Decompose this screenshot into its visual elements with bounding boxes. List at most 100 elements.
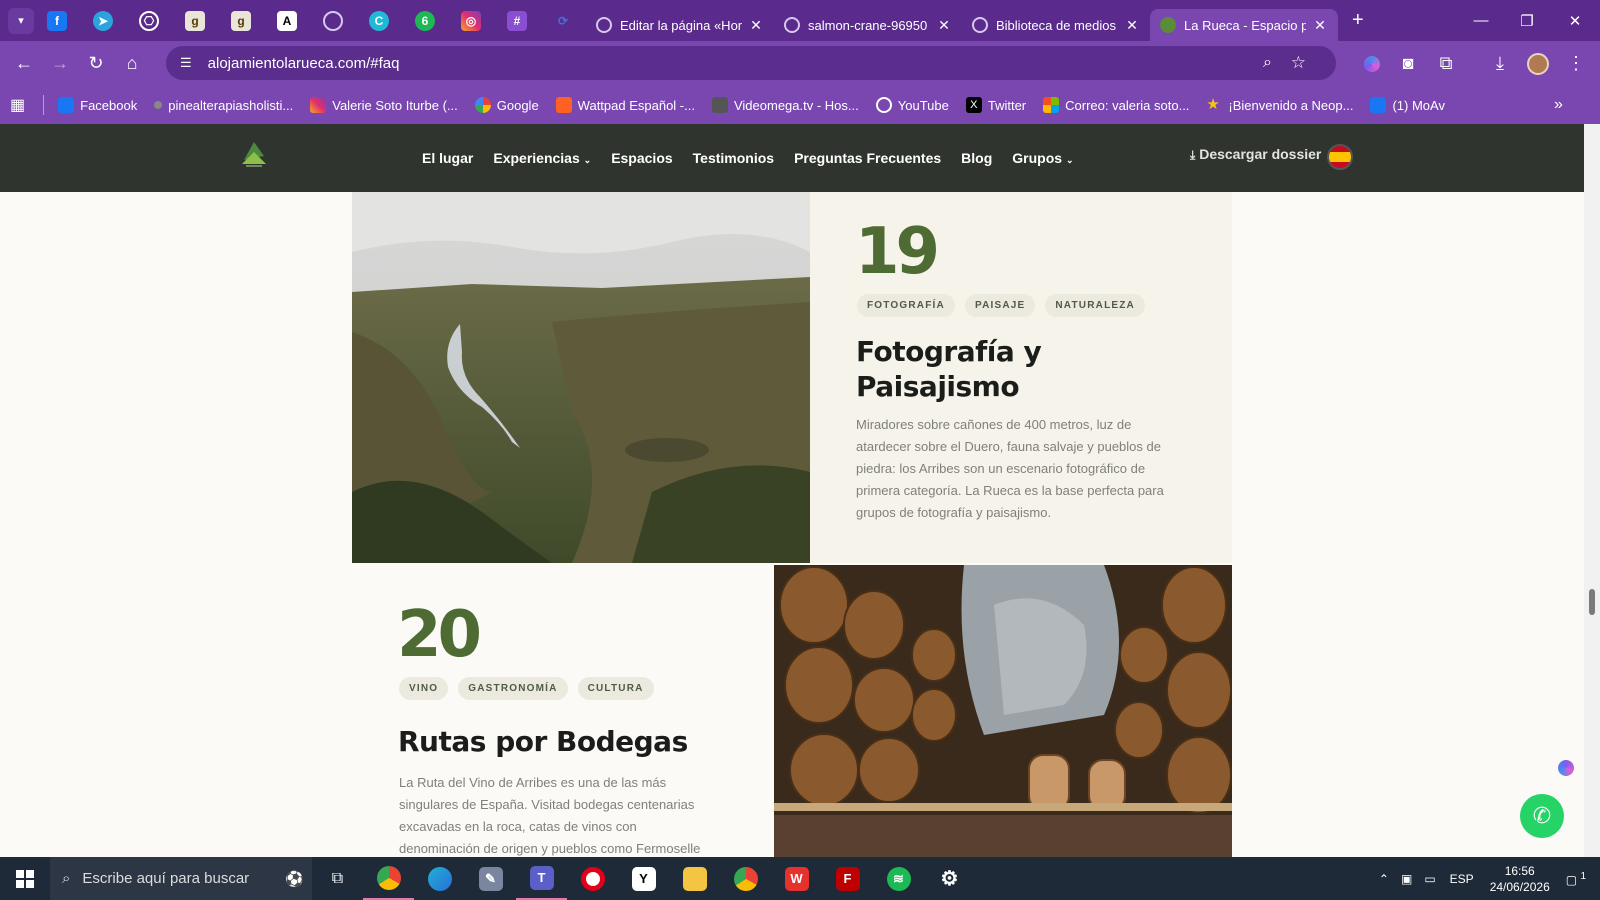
bookmark-instagram[interactable]: Valerie Soto Iturbe (... <box>310 97 458 113</box>
language-indicator[interactable]: ESP <box>1450 872 1474 886</box>
close-icon[interactable]: ✕ <box>1124 17 1140 34</box>
close-icon[interactable]: ✕ <box>936 17 952 34</box>
forward-button[interactable]: → <box>42 46 78 82</box>
bookmark-label: Google <box>496 97 539 113</box>
taskbar-teams[interactable]: T <box>516 857 567 900</box>
chrome-icon <box>733 866 758 891</box>
site-info-icon[interactable]: ☰ <box>180 55 192 71</box>
start-button[interactable] <box>0 857 50 900</box>
pinned-tab-tool[interactable]: ⟳ <box>540 0 586 41</box>
nav-preguntas-frecuentes[interactable]: Preguntas Frecuentes <box>794 150 941 166</box>
bookmark-neop[interactable]: ★ ¡Bienvenido a Neop... <box>1206 97 1353 113</box>
taskbar-edge[interactable] <box>414 857 465 900</box>
pinned-tab-canva[interactable]: C <box>356 0 402 41</box>
url-text[interactable]: alojamientolarueca.com/#faq <box>208 55 400 72</box>
nav-testimonios[interactable]: Testimonios <box>693 150 774 166</box>
taskbar-app-paint[interactable]: ✎ <box>465 857 516 900</box>
taskbar-explorer[interactable] <box>669 857 720 900</box>
bookmark-pineal[interactable]: pinealterapiasholisti... <box>154 98 293 113</box>
page-scrollbar[interactable] <box>1584 124 1600 857</box>
canva-icon: C <box>369 10 389 31</box>
bookmark-star-icon[interactable]: ☆ <box>1291 53 1306 73</box>
bookmark-label: Correo: valeria soto... <box>1065 97 1190 113</box>
taskbar-spotify[interactable]: ≋ <box>873 857 924 900</box>
whatsapp-button[interactable]: ✆ <box>1520 794 1564 838</box>
pinned-tab-font[interactable]: A <box>264 0 310 41</box>
zoom-icon[interactable]: ⌕ <box>1263 54 1272 72</box>
taskbar-filezilla[interactable]: F <box>822 857 873 900</box>
spain-flag-icon[interactable] <box>1327 144 1353 170</box>
body-line: La Ruta del Vino de Arribes es una de la… <box>399 775 667 790</box>
nav-experiencias[interactable]: Experiencias ⌄ <box>493 150 591 166</box>
download-icon: ⤓ <box>1190 148 1196 162</box>
globe-icon <box>972 17 988 33</box>
browser-tab-active[interactable]: La Rueca - Espacio p ✕ <box>1150 9 1338 41</box>
browser-tab[interactable]: salmon-crane-96950 ✕ <box>774 9 962 41</box>
bookmark-videomega[interactable]: Videomega.tv - Hos... <box>711 97 859 113</box>
more-bookmarks-icon[interactable]: » <box>1554 96 1563 114</box>
chevron-down-icon: ⌄ <box>1065 155 1074 165</box>
bookmark-correo[interactable]: Correo: valeria soto... <box>1043 97 1189 113</box>
notifications-button[interactable]: ▢ 1 <box>1566 871 1586 887</box>
pinned-tab-goodreads[interactable]: g <box>172 0 218 41</box>
pinned-tab-instagram[interactable]: ◎ <box>448 0 494 41</box>
bookmark-twitter[interactable]: X Twitter <box>965 97 1026 113</box>
taskbar-vivaldi[interactable]: Y <box>618 857 669 900</box>
pinned-tab-openai[interactable]: ⎔ <box>126 0 172 41</box>
battery-icon[interactable]: ▭ <box>1424 872 1435 886</box>
menu-kebab-icon[interactable]: ⋮ <box>1558 46 1594 82</box>
reload-button[interactable]: ↻ <box>78 46 114 82</box>
chevron-up-icon[interactable]: ⌃ <box>1379 872 1389 886</box>
pinned-tab-goodreads-2[interactable]: g <box>218 0 264 41</box>
taskbar-settings[interactable]: ⚙ <box>924 857 975 900</box>
tab-search-dropdown[interactable]: ▾ <box>8 7 34 34</box>
restore-button[interactable]: ❐ <box>1504 0 1550 41</box>
nav-espacios[interactable]: Espacios <box>611 150 672 166</box>
back-button[interactable]: ← <box>6 46 42 82</box>
pinned-tab-6[interactable]: 6 <box>402 0 448 41</box>
close-window-button[interactable]: ✕ <box>1552 0 1598 41</box>
bookmark-moav[interactable]: (1) MoAv <box>1370 97 1445 113</box>
assistant-icon[interactable] <box>1558 760 1574 776</box>
bookmark-wattpad[interactable]: Wattpad Español -... <box>555 97 695 113</box>
nav-grupos[interactable]: Grupos ⌄ <box>1012 150 1073 166</box>
minimize-button[interactable]: — <box>1458 0 1504 41</box>
scrollbar-thumb[interactable] <box>1589 589 1595 615</box>
nav-el-lugar[interactable]: El lugar <box>422 150 473 166</box>
avatar[interactable] <box>1520 46 1556 82</box>
taskbar-chrome-2[interactable] <box>720 857 771 900</box>
apps-grid-icon[interactable]: ▦ <box>10 95 25 115</box>
taskbar-opera[interactable] <box>567 857 618 900</box>
address-bar[interactable]: ☰ alojamientolarueca.com/#faq ⌕ ☆ <box>166 46 1336 80</box>
bookmark-facebook[interactable]: Facebook <box>58 97 137 113</box>
extensions-icon[interactable]: ⧉ <box>1428 46 1464 82</box>
body-line: denominación de origen y pueblos como Fe… <box>399 841 701 856</box>
browser-tab[interactable]: Biblioteca de medios ✕ <box>962 9 1150 41</box>
taskbar-chrome[interactable] <box>363 857 414 900</box>
download-dossier-link[interactable]: ⤓ Descargar dossier <box>1190 146 1321 163</box>
pinned-tab-slack[interactable]: # <box>494 0 540 41</box>
clock[interactable]: 16:56 24/06/2026 <box>1490 863 1550 895</box>
camera-extension-icon[interactable]: ◙ <box>1390 46 1426 82</box>
close-icon[interactable]: ✕ <box>748 17 764 34</box>
close-icon[interactable]: ✕ <box>1312 17 1328 34</box>
bookmark-youtube[interactable]: YouTube <box>875 97 949 113</box>
nav-blog[interactable]: Blog <box>961 150 992 166</box>
network-icon[interactable]: ▣ <box>1401 872 1412 886</box>
copilot-icon[interactable] <box>1354 46 1390 82</box>
site-logo[interactable] <box>240 138 268 170</box>
home-button[interactable]: ⌂ <box>114 46 150 82</box>
task-view-button[interactable]: ⧉ <box>312 857 363 900</box>
nav-label: Grupos <box>1012 150 1063 166</box>
pinned-tab-telegram[interactable]: ➤ <box>80 0 126 41</box>
download-icon[interactable]: ⤓ <box>1482 46 1518 82</box>
pinned-tab-globe[interactable] <box>310 0 356 41</box>
body-line: singulares de España. Visitad bodegas ce… <box>399 797 695 812</box>
browser-tab[interactable]: Editar la página «Hor ✕ <box>586 9 774 41</box>
pinned-tab-facebook[interactable]: f <box>34 0 80 41</box>
taskbar-wps[interactable]: W <box>771 857 822 900</box>
new-tab-button[interactable]: + <box>1352 9 1376 32</box>
divider <box>43 95 45 115</box>
taskbar-search[interactable]: ⌕ Escribe aquí para buscar ⚽ <box>50 857 312 900</box>
bookmark-google[interactable]: Google <box>474 97 539 113</box>
